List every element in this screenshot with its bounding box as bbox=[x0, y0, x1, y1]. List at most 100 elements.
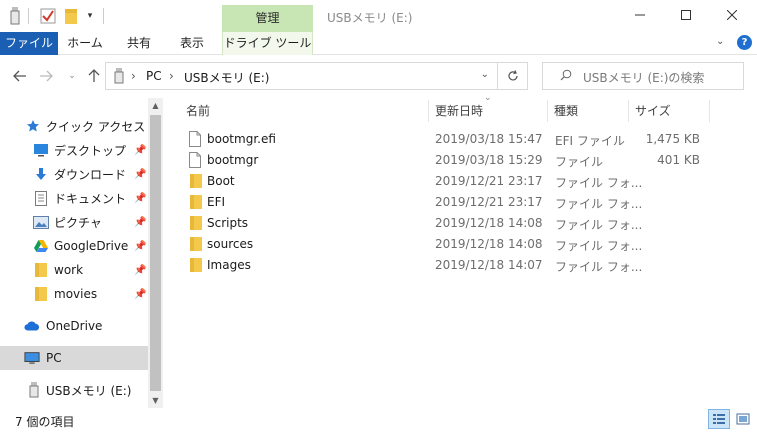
breadcrumb-separator: › bbox=[131, 69, 136, 83]
file-name: Images bbox=[207, 258, 251, 272]
pin-icon: 📌 bbox=[134, 240, 147, 252]
file-row[interactable]: EFI 2019/12/21 23:17 ファイル フォ... bbox=[180, 192, 720, 213]
file-row[interactable]: Scripts 2019/12/18 14:08 ファイル フォ... bbox=[180, 213, 720, 234]
sidebar-item-label: ドキュメント bbox=[54, 191, 127, 206]
sidebar-item-work[interactable]: work 📌 bbox=[0, 258, 148, 282]
folder-icon bbox=[188, 257, 204, 273]
tab-view[interactable]: 表示 bbox=[170, 32, 214, 55]
status-bar: 7 個の項目 bbox=[0, 408, 757, 433]
pin-icon: 📌 bbox=[134, 144, 147, 156]
maximize-button[interactable] bbox=[663, 0, 709, 30]
new-folder-icon[interactable] bbox=[63, 7, 79, 25]
file-row[interactable]: Images 2019/12/18 14:07 ファイル フォ... bbox=[180, 255, 720, 276]
file-date: 2019/12/21 23:17 bbox=[435, 174, 543, 188]
google-drive-icon bbox=[33, 238, 49, 254]
item-count: 7 個の項目 bbox=[15, 415, 75, 429]
properties-icon[interactable] bbox=[40, 7, 56, 25]
tab-home[interactable]: ホーム bbox=[63, 32, 107, 55]
divider bbox=[103, 8, 104, 24]
recent-locations-icon[interactable]: ⌄ bbox=[62, 66, 82, 86]
pin-icon: 📌 bbox=[134, 192, 147, 204]
file-name: Scripts bbox=[207, 216, 249, 230]
breadcrumb-separator: › bbox=[169, 69, 174, 83]
forward-button[interactable] bbox=[36, 66, 56, 86]
file-type: ファイル フォ... bbox=[555, 176, 643, 190]
file-date: 2019/12/18 14:08 bbox=[435, 237, 543, 251]
search-placeholder: USBメモリ (E:)の検索 bbox=[583, 71, 705, 85]
tab-share[interactable]: 共有 bbox=[117, 32, 161, 55]
sidebar-item-pictures[interactable]: ピクチャ 📌 bbox=[0, 210, 148, 234]
sidebar-item-label: USBメモリ (E:) bbox=[46, 383, 132, 398]
help-icon[interactable]: ? bbox=[737, 35, 752, 50]
file-name: EFI bbox=[207, 195, 226, 209]
back-button[interactable] bbox=[10, 66, 30, 86]
sidebar-item-movies[interactable]: movies 📌 bbox=[0, 282, 148, 306]
column-header-type[interactable]: 種類 bbox=[548, 98, 628, 124]
large-icons-view-button[interactable] bbox=[732, 409, 754, 429]
file-type: EFI ファイル bbox=[555, 134, 625, 148]
sidebar-item-googledrive[interactable]: GoogleDrive 📌 bbox=[0, 234, 148, 258]
document-icon bbox=[33, 190, 49, 206]
pin-icon: 📌 bbox=[134, 264, 147, 276]
file-row[interactable]: sources 2019/12/18 14:08 ファイル フォ... bbox=[180, 234, 720, 255]
sidebar-item-onedrive[interactable]: OneDrive bbox=[0, 314, 148, 338]
breadcrumb-usb[interactable]: USBメモリ (E:) bbox=[184, 69, 269, 86]
usb-drive-icon bbox=[26, 382, 42, 398]
search-box[interactable]: USBメモリ (E:)の検索 bbox=[542, 62, 744, 90]
file-name: sources bbox=[207, 237, 254, 251]
divider bbox=[28, 8, 29, 24]
customize-quick-access-icon[interactable]: ▾ bbox=[84, 7, 96, 25]
scroll-up-icon[interactable]: ▲ bbox=[148, 98, 163, 113]
usb-drive-icon bbox=[114, 68, 124, 87]
sidebar-item-label: デスクトップ bbox=[54, 143, 127, 158]
column-divider[interactable] bbox=[709, 100, 710, 122]
star-icon bbox=[25, 118, 41, 134]
folder-icon bbox=[188, 236, 204, 252]
address-dropdown-icon[interactable]: ⌄ bbox=[481, 69, 489, 80]
file-row[interactable]: bootmgr.efi 2019/03/18 15:47 EFI ファイル 1,475… bbox=[180, 129, 720, 150]
sidebar-item-label: クイック アクセス bbox=[46, 119, 146, 134]
details-view-button[interactable] bbox=[708, 409, 730, 429]
file-type: ファイル フォ... bbox=[555, 239, 643, 253]
expand-ribbon-icon[interactable]: ⌄ bbox=[716, 36, 724, 47]
scroll-down-icon[interactable]: ▼ bbox=[148, 393, 163, 408]
file-row[interactable]: Boot 2019/12/21 23:17 ファイル フォ... bbox=[180, 171, 720, 192]
context-tab-manage[interactable]: 管理 bbox=[222, 5, 313, 32]
close-button[interactable] bbox=[709, 0, 755, 30]
search-icon bbox=[560, 69, 572, 84]
sort-indicator-icon: ⌄ bbox=[484, 93, 492, 103]
column-header-name[interactable]: 名前 bbox=[180, 98, 428, 124]
file-row[interactable]: bootmgr 2019/03/18 15:29 ファイル 401 KB bbox=[180, 150, 720, 171]
breadcrumb-pc[interactable]: PC bbox=[146, 69, 162, 83]
column-header-size[interactable]: サイズ bbox=[629, 98, 709, 124]
folder-icon bbox=[188, 215, 204, 231]
sidebar-item-documents[interactable]: ドキュメント 📌 bbox=[0, 186, 148, 210]
refresh-button[interactable] bbox=[497, 62, 528, 90]
folder-icon bbox=[188, 194, 204, 210]
download-icon bbox=[33, 166, 49, 182]
tab-drive-tools[interactable]: ドライブ ツール bbox=[222, 32, 313, 55]
folder-icon bbox=[188, 173, 204, 189]
address-bar[interactable]: › PC › USBメモリ (E:) ⌄ bbox=[105, 62, 498, 90]
tab-file[interactable]: ファイル bbox=[0, 32, 58, 55]
pin-icon: 📌 bbox=[134, 288, 147, 300]
sidebar-item-label: GoogleDrive bbox=[54, 239, 129, 253]
file-date: 2019/03/18 15:29 bbox=[435, 153, 543, 167]
desktop-icon bbox=[33, 142, 49, 158]
sidebar-scrollbar[interactable]: ▲ ▼ bbox=[148, 98, 163, 408]
sidebar-item-pc[interactable]: PC bbox=[0, 346, 148, 370]
up-button[interactable] bbox=[84, 66, 104, 86]
sidebar-item-desktop[interactable]: デスクトップ 📌 bbox=[0, 138, 148, 162]
minimize-button[interactable] bbox=[617, 0, 663, 30]
window-title: USBメモリ (E:) bbox=[327, 11, 413, 25]
sidebar-item-label: movies bbox=[54, 287, 98, 301]
sidebar-item-usb-drive[interactable]: USBメモリ (E:) bbox=[0, 378, 148, 402]
sidebar-item-quick-access[interactable]: クイック アクセス bbox=[0, 114, 148, 138]
file-type: ファイル フォ... bbox=[555, 218, 643, 232]
sidebar-item-downloads[interactable]: ダウンロード 📌 bbox=[0, 162, 148, 186]
usb-drive-icon[interactable] bbox=[8, 7, 22, 25]
folder-icon bbox=[33, 262, 49, 278]
scrollbar-thumb[interactable] bbox=[150, 115, 161, 391]
file-date: 2019/12/21 23:17 bbox=[435, 195, 543, 209]
sidebar-item-label: ダウンロード bbox=[54, 167, 127, 182]
